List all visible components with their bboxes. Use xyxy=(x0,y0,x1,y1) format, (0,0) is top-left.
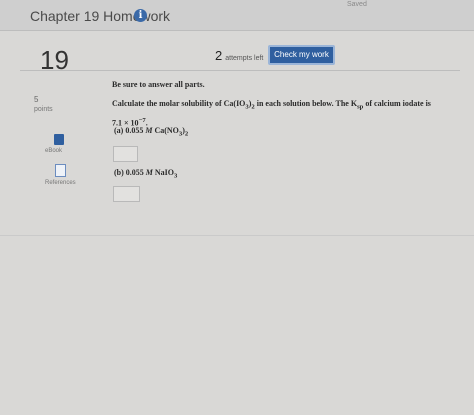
page-title: Chapter 19 Homework xyxy=(30,8,171,24)
answer-b-input[interactable] xyxy=(113,186,140,202)
answer-a-input[interactable] xyxy=(113,146,138,162)
part-b-molar: M xyxy=(145,168,153,177)
part-a-formula: Ca(NO xyxy=(152,126,179,135)
header-divider xyxy=(20,70,460,71)
part-b-subscript: 3 xyxy=(174,172,178,180)
question-text-part: of calcium iodate is xyxy=(363,99,431,108)
content-divider xyxy=(0,235,474,236)
saved-status: Saved xyxy=(347,1,367,8)
attempts-label: attempts left xyxy=(225,55,264,62)
question-text: Calculate the molar solubility of Ca(IO3… xyxy=(112,97,442,129)
ebook-icon[interactable] xyxy=(54,134,64,145)
question-text-part: Calculate the molar solubility of Ca(IO xyxy=(112,99,246,108)
instruction-text: Be sure to answer all parts. xyxy=(112,80,205,89)
part-a-text: (a) 0.055 xyxy=(114,126,146,135)
attempts-left: 2 attempts left xyxy=(215,48,263,63)
part-b-formula: NaIO xyxy=(152,168,175,177)
top-bar: Chapter 19 Homework i Saved xyxy=(0,0,474,31)
ebook-link[interactable]: eBook xyxy=(45,148,62,154)
points-label: points xyxy=(34,106,53,113)
part-b-label: (b) 0.055 M NaIO3 xyxy=(114,168,177,180)
points-value: 5 xyxy=(34,95,39,104)
attempts-count: 2 xyxy=(215,48,223,63)
question-number: 19 xyxy=(40,45,69,75)
references-link[interactable]: References xyxy=(45,180,76,186)
references-icon[interactable] xyxy=(55,164,66,177)
part-b-text: (b) 0.055 xyxy=(114,168,146,177)
ksp-exponent: −7 xyxy=(138,116,146,124)
question-text-part: in each solution below. The K xyxy=(254,99,358,108)
part-a-subscript-2: 2 xyxy=(184,130,189,138)
info-icon[interactable]: i xyxy=(134,9,147,22)
part-a-label: (a) 0.055 M Ca(NO3)2 xyxy=(114,126,188,138)
check-my-work-button[interactable]: Check my work xyxy=(268,45,335,65)
